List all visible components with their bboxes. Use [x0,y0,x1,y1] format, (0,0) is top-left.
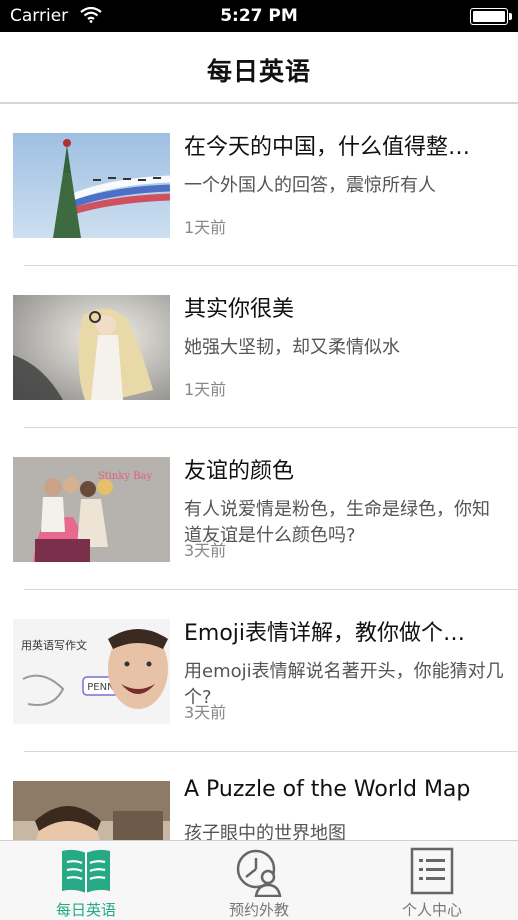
tab-book-teacher[interactable]: 预约外教 [173,841,345,920]
book-icon [59,847,113,901]
article-thumbnail-girl [13,295,170,400]
tab-bar: 每日英语 预约外教 个人中心 [0,840,518,920]
article-title: 在今天的中国，什么值得整… [184,135,471,160]
status-time: 5:27 PM [220,6,298,26]
article-title: 友谊的颜色 [184,459,295,484]
article-title: Emoji表情详解，教你做个… [184,621,466,646]
article-list[interactable]: 在今天的中国，什么值得整… 一个外国人的回答，震惊所有人 1天前 其实你很美 她… [0,104,518,840]
clock-person-icon [232,847,286,901]
article-item[interactable]: Stinky Bay 友谊的颜色 有人说爱情是粉色，生命是绿色，你知道友谊是什么… [0,428,518,590]
tab-personal-center[interactable]: 个人中心 [346,841,518,920]
battery-icon [470,8,512,25]
pen-text: 用英语写作文 [21,638,87,652]
page-title: 每日英语 [206,57,311,86]
tab-daily-english[interactable]: 每日英语 [0,841,172,920]
article-description: 有人说爱情是粉色，生命是绿色，你知道友谊是什么颜色吗? [184,499,490,546]
article-item[interactable]: 其实你很美 她强大坚韧，却又柔情似水 1天前 [0,266,518,428]
article-description: 孩子眼中的世界地图 [184,823,346,840]
article-description: 用emoji表情解说名著开头，你能猜对几个? [184,661,504,708]
article-thumbnail-kremlin [13,133,170,238]
article-thumbnail-emoji: 用英语写作文 PENNY [13,619,170,724]
nav-bar: 每日英语 [0,32,518,104]
article-item[interactable]: 在今天的中国，什么值得整… 一个外国人的回答，震惊所有人 1天前 [0,104,518,266]
tab-label: 个人中心 [401,901,462,919]
article-thumbnail-child [13,781,170,840]
article-time: 1天前 [184,380,227,399]
article-item[interactable]: A Puzzle of the World Map 孩子眼中的世界地图 [0,752,518,840]
list-document-icon [410,847,454,901]
article-title: A Puzzle of the World Map [184,777,471,802]
tab-label: 每日英语 [55,901,116,919]
article-description: 一个外国人的回答，震惊所有人 [184,175,436,196]
article-time: 3天前 [184,541,227,560]
article-time: 1天前 [184,218,227,237]
article-item[interactable]: 用英语写作文 PENNY Emoji表情详解，教你做个… 用emoji表情解说名… [0,590,518,752]
tab-label: 预约外教 [228,901,289,919]
article-description: 她强大坚韧，却又柔情似水 [184,337,400,358]
article-title: 其实你很美 [184,297,295,322]
status-bar: Carrier 5:27 PM [0,0,518,32]
article-time: 3天前 [184,703,227,722]
article-thumbnail-friends: Stinky Bay [13,457,170,562]
